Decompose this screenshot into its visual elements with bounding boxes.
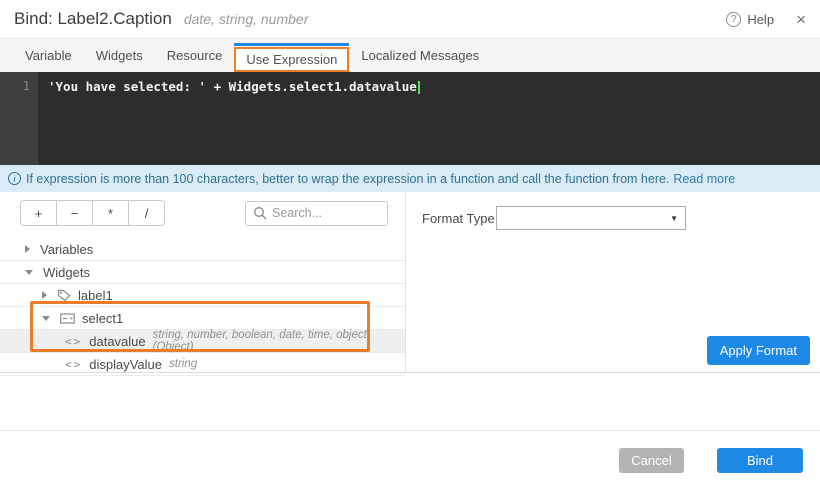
binding-tree: Variables Widgets label1	[0, 238, 405, 376]
dropdown-arrow-icon: ▼	[670, 214, 678, 223]
multiply-operator-button[interactable]: *	[92, 200, 129, 226]
close-icon[interactable]: ×	[796, 11, 806, 28]
search-icon	[253, 206, 267, 225]
tab-localized-messages[interactable]: Localized Messages	[349, 39, 491, 72]
expression-tree-panel: + − * / Variables	[0, 192, 406, 372]
editor-caret	[418, 81, 420, 94]
bind-button[interactable]: Bind	[717, 448, 803, 473]
info-bar: i If expression is more than 100 charact…	[0, 165, 820, 192]
main-area: + − * / Variables	[0, 192, 820, 373]
line-number: 1	[23, 79, 30, 93]
tab-use-expression[interactable]: Use Expression	[234, 47, 349, 72]
read-more-link[interactable]: Read more	[673, 172, 735, 186]
title-bar: Bind: Label2.Caption date, string, numbe…	[0, 0, 820, 38]
chevron-right-icon	[42, 291, 47, 299]
tree-node-label: displayValue	[89, 357, 162, 372]
chevron-right-icon	[25, 245, 30, 253]
expression-editor[interactable]: 1 'You have selected: ' + Widgets.select…	[0, 72, 820, 165]
tab-widgets[interactable]: Widgets	[84, 39, 155, 72]
apply-format-button[interactable]: Apply Format	[707, 336, 810, 365]
tree-node-types: string, number, boolean, date, time, obj…	[153, 329, 405, 353]
format-type-label: Format Type	[422, 211, 496, 226]
chevron-down-icon	[42, 316, 50, 321]
tab-variable[interactable]: Variable	[13, 39, 84, 72]
tree-node-variables[interactable]: Variables	[0, 238, 405, 261]
help-button[interactable]: ? Help	[726, 12, 774, 27]
help-icon: ?	[726, 12, 741, 27]
format-panel: Format Type ▼ Apply Format	[406, 192, 820, 372]
operator-group: + − * /	[20, 200, 165, 226]
help-label: Help	[747, 12, 774, 27]
tree-node-displayvalue[interactable]: <> displayValue string	[0, 353, 405, 376]
minus-operator-button[interactable]: −	[56, 200, 93, 226]
dialog-title: Bind: Label2.Caption	[14, 9, 172, 29]
dialog-footer: Cancel Bind	[0, 430, 820, 490]
tree-node-select1[interactable]: select1	[0, 307, 405, 330]
expression-code: 'You have selected: ' + Widgets.select1.…	[48, 79, 417, 94]
tree-node-label: select1	[82, 311, 123, 326]
tag-icon	[57, 289, 71, 302]
cancel-button[interactable]: Cancel	[619, 448, 684, 473]
tree-node-label: Widgets	[43, 265, 90, 280]
tree-node-widgets[interactable]: Widgets	[0, 261, 405, 284]
editor-code-area[interactable]: 'You have selected: ' + Widgets.select1.…	[38, 72, 820, 165]
operator-toolbar: + − * /	[0, 192, 405, 226]
tab-bar: Variable Widgets Resource Use Expression…	[0, 38, 820, 72]
info-icon: i	[8, 172, 21, 185]
dialog-subtitle: date, string, number	[184, 11, 309, 27]
bind-dialog: Bind: Label2.Caption date, string, numbe…	[0, 0, 820, 490]
tree-node-label: label1	[78, 288, 113, 303]
code-icon: <>	[65, 335, 82, 348]
format-type-select[interactable]: ▼	[496, 206, 686, 230]
tree-node-datavalue[interactable]: <> datavalue string, number, boolean, da…	[0, 330, 405, 353]
select-widget-icon	[60, 313, 75, 324]
code-icon: <>	[65, 358, 82, 371]
tab-resource[interactable]: Resource	[155, 39, 235, 72]
tree-node-types: string	[169, 358, 197, 370]
tree-node-label1[interactable]: label1	[0, 284, 405, 307]
tree-node-label: Variables	[40, 242, 93, 257]
chevron-down-icon	[25, 270, 33, 275]
divide-operator-button[interactable]: /	[128, 200, 165, 226]
plus-operator-button[interactable]: +	[20, 200, 57, 226]
info-message: If expression is more than 100 character…	[26, 172, 669, 186]
editor-gutter: 1	[0, 72, 38, 165]
tree-node-label: datavalue	[89, 334, 145, 349]
